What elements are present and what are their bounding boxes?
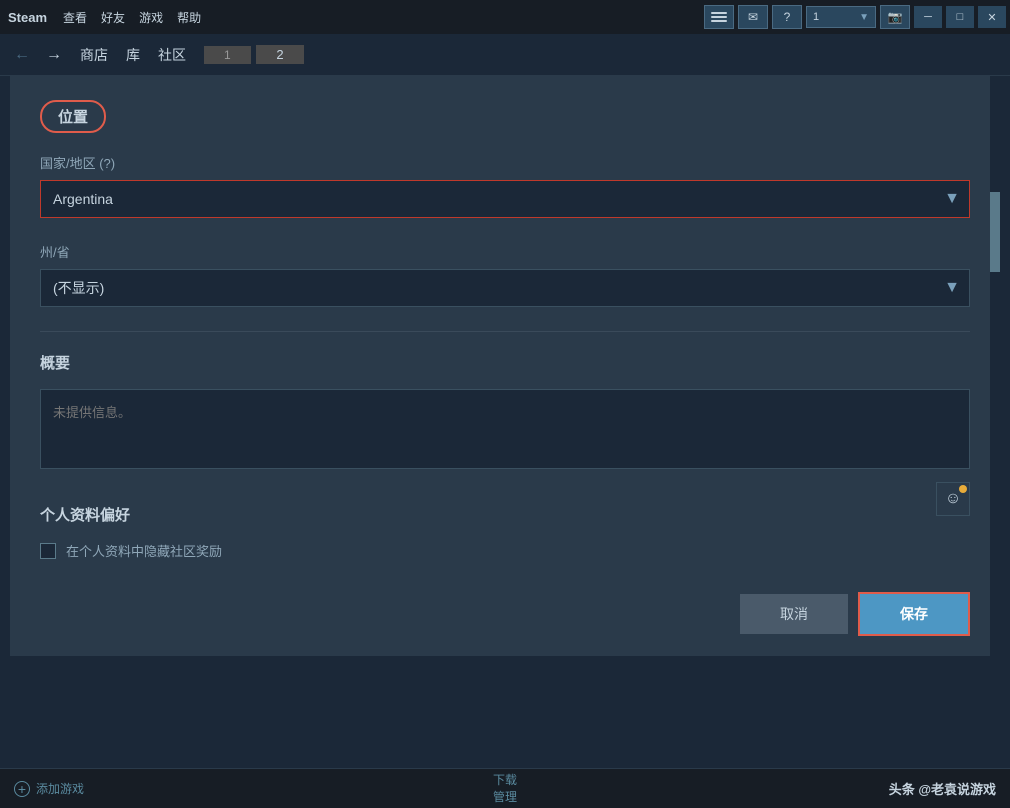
divider-1 (40, 331, 970, 332)
hide-rewards-checkbox[interactable] (40, 543, 56, 559)
add-game-label: 添加游戏 (36, 780, 84, 797)
app-window: Steam 查看 好友 游戏 帮助 ✉ ? 1 ▼ (0, 0, 1010, 808)
hide-rewards-label: 在个人资料中隐藏社区奖励 (66, 541, 222, 560)
menu-games[interactable]: 游戏 (139, 9, 163, 26)
hide-rewards-row: 在个人资料中隐藏社区奖励 (40, 541, 970, 560)
back-arrow[interactable]: ← (10, 42, 34, 68)
username-suffix: 2 (256, 45, 303, 64)
location-title: 位置 (40, 100, 106, 133)
user-dropdown-value: 1 (813, 11, 819, 23)
cancel-button[interactable]: 取消 (740, 594, 848, 634)
summary-title: 概要 (40, 352, 970, 373)
username-blocked: 1 (204, 46, 251, 64)
province-section: 州/省 (不显示) ▼ (40, 242, 970, 307)
question-icon-btn[interactable]: ? (772, 5, 802, 29)
save-button[interactable]: 保存 (858, 592, 970, 636)
controller-icon-btn[interactable] (704, 5, 734, 29)
location-section-header: 位置 (40, 100, 970, 133)
add-game-button[interactable]: + 添加游戏 (14, 780, 84, 797)
preferences-title: 个人资料偏好 (40, 504, 970, 525)
add-game-plus-icon: + (14, 781, 30, 797)
menu-help[interactable]: 帮助 (177, 9, 201, 26)
summary-section: 概要 ☺ (40, 352, 970, 474)
scrollbar-track[interactable] (990, 76, 1000, 656)
emoji-icon: ☺ (945, 490, 961, 508)
country-select[interactable]: Argentina (40, 180, 970, 218)
province-label: 州/省 (40, 242, 970, 261)
province-select-wrapper: (不显示) ▼ (40, 269, 970, 307)
screenshot-icon-btn[interactable]: 📷 (880, 5, 910, 29)
menu-friends[interactable]: 好友 (101, 9, 125, 26)
close-button[interactable]: ✕ (978, 6, 1006, 28)
nav-links: 商店 库 社区 (80, 45, 186, 65)
preferences-section: 个人资料偏好 在个人资料中隐藏社区奖励 (40, 504, 970, 560)
title-bar-controls: ✉ ? 1 ▼ 📷 ─ □ ✕ (704, 0, 1010, 34)
country-select-wrapper: Argentina ▼ (40, 180, 970, 218)
summary-textarea[interactable] (40, 389, 970, 469)
menu-view[interactable]: 查看 (63, 9, 87, 26)
nav-store[interactable]: 商店 (80, 45, 108, 65)
action-buttons: 取消 保存 (740, 592, 970, 636)
envelope-icon-btn[interactable]: ✉ (738, 5, 768, 29)
minimize-button[interactable]: ─ (914, 6, 942, 28)
province-select[interactable]: (不显示) (40, 269, 970, 307)
emoji-notification-dot (959, 485, 967, 493)
title-bar-left: Steam 查看 好友 游戏 帮助 (8, 9, 201, 26)
forward-arrow[interactable]: → (42, 42, 66, 68)
download-center[interactable]: 下载 管理 (493, 772, 517, 806)
nav-username-area: 1 2 (204, 47, 304, 62)
watermark: 头条 @老袁说游戏 (889, 779, 996, 798)
nav-bar: ← → 商店 库 社区 1 2 (0, 34, 1010, 76)
maximize-button[interactable]: □ (946, 6, 974, 28)
country-label: 国家/地区 (?) (40, 153, 970, 172)
content-area: 位置 国家/地区 (?) Argentina ▼ 州/省 (不显示) ▼ (10, 76, 1000, 656)
scrollbar-thumb[interactable] (990, 192, 1000, 272)
app-name: Steam (8, 10, 47, 25)
country-section: 国家/地区 (?) Argentina ▼ (40, 153, 970, 218)
emoji-button[interactable]: ☺ (936, 482, 970, 516)
manage-label: 管理 (493, 789, 517, 806)
nav-library[interactable]: 库 (126, 45, 140, 65)
title-bar: Steam 查看 好友 游戏 帮助 ✉ ? 1 ▼ (0, 0, 1010, 34)
user-dropdown[interactable]: 1 ▼ (806, 6, 876, 28)
nav-community[interactable]: 社区 (158, 45, 186, 65)
title-menu: 查看 好友 游戏 帮助 (63, 9, 201, 26)
bottom-bar: + 添加游戏 下载 管理 头条 @老袁说游戏 (0, 768, 1010, 808)
download-label: 下载 (493, 772, 517, 789)
